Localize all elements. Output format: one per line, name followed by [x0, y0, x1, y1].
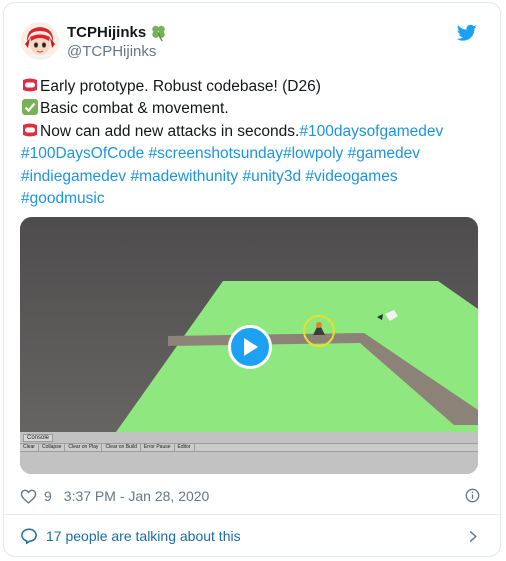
- tweet-text-segment: Now can add new attacks in seconds.: [40, 122, 300, 140]
- author-handle[interactable]: @TCPHijinks: [67, 43, 156, 60]
- hashtag-link[interactable]: #goodmusic: [21, 190, 105, 207]
- play-button[interactable]: [228, 325, 272, 369]
- console-button: Clear on Play: [65, 444, 103, 451]
- console-button: Error Pause: [141, 444, 175, 451]
- console-button: Clear: [20, 444, 39, 451]
- name-badge-emoji: [21, 76, 39, 94]
- tweet-text: Early prototype. Robust codebase! (D26) B…: [21, 76, 481, 210]
- tweet-line: #goodmusic: [21, 188, 481, 210]
- author-name-row[interactable]: TCPHijinks: [67, 22, 168, 42]
- hashtag-link[interactable]: #100daysofgamedev: [299, 123, 443, 140]
- heart-icon[interactable]: [20, 488, 37, 505]
- console-button: Collapse: [39, 444, 66, 451]
- twitter-logo-icon[interactable]: [456, 24, 477, 42]
- console-button: Clear on Build: [102, 444, 141, 451]
- like-count: 9: [44, 488, 52, 504]
- tweet-text-segment: Basic combat & movement.: [40, 100, 229, 118]
- video-player[interactable]: Console Clear Collapse Clear on Play Clear …: [20, 217, 478, 474]
- hashtag-link[interactable]: #lowpoly: [283, 145, 343, 162]
- hashtag-link[interactable]: #unity3d: [242, 168, 301, 185]
- check-mark-emoji: [21, 98, 39, 116]
- avatar[interactable]: [21, 22, 59, 60]
- unity-console-panel: Console Clear Collapse Clear on Play Clear …: [20, 432, 478, 474]
- display-name[interactable]: TCPHijinks: [67, 24, 146, 41]
- talking-count-text[interactable]: 17 people are talking about this: [46, 528, 241, 544]
- hashtag-link[interactable]: #screenshotsunday: [149, 145, 283, 162]
- console-toolbar: Clear Collapse Clear on Play Clear on Build…: [20, 443, 478, 452]
- tweet-line: Early prototype. Robust codebase! (D26): [21, 76, 481, 98]
- console-tab: Console: [23, 434, 54, 442]
- console-button: Editor: [175, 444, 195, 451]
- tweet-text-segment: Early prototype. Robust codebase! (D26): [40, 78, 321, 95]
- tweet-line: Now can add new attacks in seconds.#100d…: [21, 121, 481, 143]
- hashtag-link[interactable]: #gamedev: [348, 145, 420, 162]
- tweet-line: Basic combat & movement.: [21, 98, 481, 120]
- tweet-line: #100DaysOfCode #screenshotsunday#lowpoly…: [21, 143, 481, 165]
- chevron-right-icon: [468, 530, 478, 543]
- speech-bubble-icon: [20, 527, 38, 545]
- hashtag-link[interactable]: #videogames: [305, 168, 397, 185]
- four-leaf-clover-icon: [149, 23, 168, 42]
- hashtag-link[interactable]: #indiegamedev: [21, 168, 126, 185]
- tweet-timestamp[interactable]: 3:37 PM - Jan 28, 2020: [64, 488, 210, 504]
- hashtag-link[interactable]: #madewithunity: [130, 168, 238, 185]
- tweet-actions: 9 3:37 PM - Jan 28, 2020: [20, 486, 209, 506]
- info-icon[interactable]: [465, 488, 480, 503]
- name-badge-emoji: [21, 121, 39, 139]
- console-body: [20, 452, 478, 474]
- play-icon: [244, 338, 258, 356]
- conversation-link[interactable]: 17 people are talking about this: [4, 515, 500, 557]
- hashtag-link[interactable]: #100DaysOfCode: [21, 145, 144, 162]
- tweet-line: #indiegamedev #madewithunity #unity3d #v…: [21, 166, 481, 188]
